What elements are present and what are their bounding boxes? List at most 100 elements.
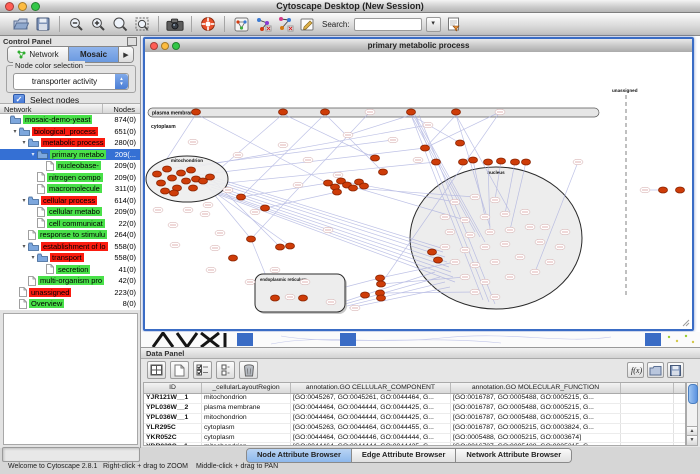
nucleus-compartment bbox=[410, 167, 582, 309]
table-panel-icon[interactable] bbox=[147, 361, 166, 379]
network-label: metabolic process bbox=[41, 138, 105, 147]
tree-row[interactable]: unassigned223(0) bbox=[0, 287, 140, 299]
advanced-search-icon[interactable] bbox=[445, 15, 463, 33]
window-controls bbox=[5, 2, 40, 11]
scroll-down-icon[interactable]: ▼ bbox=[687, 435, 697, 445]
tree-row[interactable]: cellular metabo209(0) bbox=[0, 206, 140, 218]
page-icon bbox=[37, 184, 45, 194]
table-cell: [GO:0005488, GO:0005215, GO:0003674] bbox=[451, 434, 621, 443]
table-row[interactable]: YPL036W__2plasma membrane[GO:0044464, GO… bbox=[144, 404, 685, 414]
disclosure-triangle-icon[interactable]: ▾ bbox=[11, 128, 19, 135]
table-row[interactable]: YPL036W__1mitochondrion[GO:0044464, GO:0… bbox=[144, 414, 685, 424]
new-attribute-icon[interactable] bbox=[170, 361, 189, 379]
tree-row[interactable]: mosaic-demo-yeast874(0) bbox=[0, 114, 140, 126]
import-attributes-icon[interactable] bbox=[647, 362, 664, 378]
annotation-icon[interactable] bbox=[298, 15, 316, 33]
network-view-window[interactable]: primary metabolic process plasma membran… bbox=[143, 37, 694, 331]
network-label: Overview bbox=[29, 299, 64, 308]
tree-row[interactable]: ▾ metabolic process 280(0) bbox=[0, 137, 140, 149]
tree-row[interactable]: ▾cellular process614(0) bbox=[0, 195, 140, 207]
save-attributes-icon[interactable] bbox=[667, 362, 684, 378]
tree-row[interactable]: nucleobase-209(0) bbox=[0, 160, 140, 172]
node-count: 41(0) bbox=[118, 265, 136, 274]
column-header[interactable]: ID bbox=[144, 383, 202, 393]
node-count: 651(0) bbox=[114, 127, 136, 136]
close-icon[interactable] bbox=[5, 2, 14, 11]
tab-edge-attribute-browser[interactable]: Edge Attribute Browser bbox=[352, 449, 456, 462]
disclosure-triangle-icon[interactable]: ▾ bbox=[29, 151, 37, 158]
function-builder-icon[interactable]: f(x) bbox=[627, 362, 644, 378]
control-panel: Control Panel Network Mosaic ▶ Node colo… bbox=[0, 36, 141, 448]
tree-row[interactable]: ▾establishment of lo558(0) bbox=[0, 241, 140, 253]
search-input[interactable] bbox=[354, 18, 422, 31]
app-titlebar[interactable]: Cytoscape Desktop (New Session) bbox=[0, 0, 700, 13]
network-tab-icon bbox=[17, 50, 26, 59]
snapshot-icon[interactable] bbox=[166, 15, 184, 33]
network-overview-icon[interactable] bbox=[232, 15, 250, 33]
help-icon[interactable] bbox=[199, 15, 217, 33]
tab-mosaic[interactable]: Mosaic bbox=[69, 47, 119, 62]
status-welcome: Welcome to Cytoscape 2.8.1 bbox=[8, 463, 97, 470]
tree-row[interactable]: ▾transport558(0) bbox=[0, 252, 140, 264]
page-icon bbox=[37, 172, 45, 182]
tab-network[interactable]: Network bbox=[8, 47, 69, 62]
tree-row[interactable]: response to stimulu264(0) bbox=[0, 229, 140, 241]
tree-row[interactable]: macromolecule311(0) bbox=[0, 183, 140, 195]
tree-row[interactable]: ▾biological_process651(0) bbox=[0, 126, 140, 138]
float-panel-icon[interactable] bbox=[127, 37, 137, 46]
save-icon[interactable] bbox=[34, 15, 52, 33]
network-label: cell communicat bbox=[47, 219, 105, 228]
scrollbar-thumb[interactable] bbox=[688, 384, 698, 404]
zoom-in-icon[interactable] bbox=[89, 15, 107, 33]
network-window-titlebar[interactable]: primary metabolic process bbox=[145, 39, 692, 53]
network-label: primary metabo bbox=[50, 150, 106, 159]
zoom-window-icon[interactable] bbox=[172, 42, 180, 50]
close-icon[interactable] bbox=[150, 42, 158, 50]
tab-node-attribute-browser[interactable]: Node Attribute Browser bbox=[247, 449, 352, 462]
column-header[interactable]: annotation.GO CELLULAR_COMPONENT bbox=[291, 383, 451, 393]
zoom-window-icon[interactable] bbox=[31, 2, 40, 11]
table-row[interactable]: YJR121W__1mitochondrion[GO:0045267, GO:0… bbox=[144, 394, 685, 404]
delete-attribute-icon[interactable] bbox=[239, 361, 258, 379]
node-count: 614(0) bbox=[114, 196, 136, 205]
layout-icon-1[interactable] bbox=[254, 15, 272, 33]
tab-overflow-arrow-icon[interactable]: ▶ bbox=[119, 47, 133, 62]
attribute-checkbox-icon[interactable] bbox=[216, 361, 235, 379]
tree-row[interactable]: multi-organism pro42(0) bbox=[0, 275, 140, 287]
column-header[interactable]: annotation.GO MOLECULAR_FUNCTION bbox=[451, 383, 621, 393]
layout-icon-2[interactable] bbox=[276, 15, 294, 33]
zoom-fit-icon[interactable] bbox=[111, 15, 129, 33]
table-row[interactable]: YLR295Ccytoplasm[GO:0045263, GO:0044464,… bbox=[144, 424, 685, 434]
disclosure-triangle-icon[interactable]: ▾ bbox=[20, 197, 28, 204]
table-row[interactable]: YKR052Ccytoplasm[GO:0044464, GO:0044446,… bbox=[144, 434, 685, 444]
disclosure-triangle-icon[interactable]: ▾ bbox=[20, 243, 28, 250]
node-color-dropdown[interactable]: transporter activity ▲▼ bbox=[13, 73, 129, 90]
node-count: 311(0) bbox=[115, 184, 136, 193]
page-icon bbox=[28, 276, 36, 286]
disclosure-triangle-icon[interactable]: ▾ bbox=[20, 139, 28, 146]
tree-row[interactable]: Overview 8(0) bbox=[0, 298, 140, 310]
tree-row[interactable]: secretion41(0) bbox=[0, 264, 140, 276]
node-count: 8(0) bbox=[123, 299, 136, 308]
disclosure-triangle-icon[interactable]: ▾ bbox=[29, 254, 37, 261]
column-header[interactable]: _cellularLayoutRegion bbox=[202, 383, 291, 393]
table-row[interactable]: YDR039C__1mitochondrion[GO:0044464, GO:0… bbox=[144, 443, 685, 446]
zoom-selected-icon[interactable] bbox=[133, 15, 151, 33]
node-count: 22(0) bbox=[118, 219, 136, 228]
tree-row[interactable]: cell communicat 22(0) bbox=[0, 218, 140, 230]
tree-row[interactable]: nitrogen compo209(0) bbox=[0, 172, 140, 184]
status-pan-hint: Middle-click + drag to PAN bbox=[196, 463, 278, 470]
select-attributes-icon[interactable] bbox=[193, 361, 212, 379]
tree-row[interactable]: ▾primary metabo209(... bbox=[0, 149, 140, 161]
tab-network-attribute-browser[interactable]: Network Attribute Browser bbox=[456, 449, 571, 462]
zoom-out-icon[interactable] bbox=[67, 15, 85, 33]
chevron-down-icon[interactable]: ▾ bbox=[426, 17, 441, 32]
minimize-icon[interactable] bbox=[18, 2, 27, 11]
minimize-icon[interactable] bbox=[161, 42, 169, 50]
node-count: 280(0) bbox=[114, 138, 136, 147]
table-scrollbar[interactable]: ▲ ▼ bbox=[686, 382, 698, 446]
open-icon[interactable] bbox=[12, 15, 30, 33]
attribute-toolbar: f(x) bbox=[141, 359, 700, 381]
network-canvas[interactable]: plasma membranecytoplasmnucleusmitochond… bbox=[145, 52, 692, 329]
network-window-controls bbox=[150, 42, 180, 50]
